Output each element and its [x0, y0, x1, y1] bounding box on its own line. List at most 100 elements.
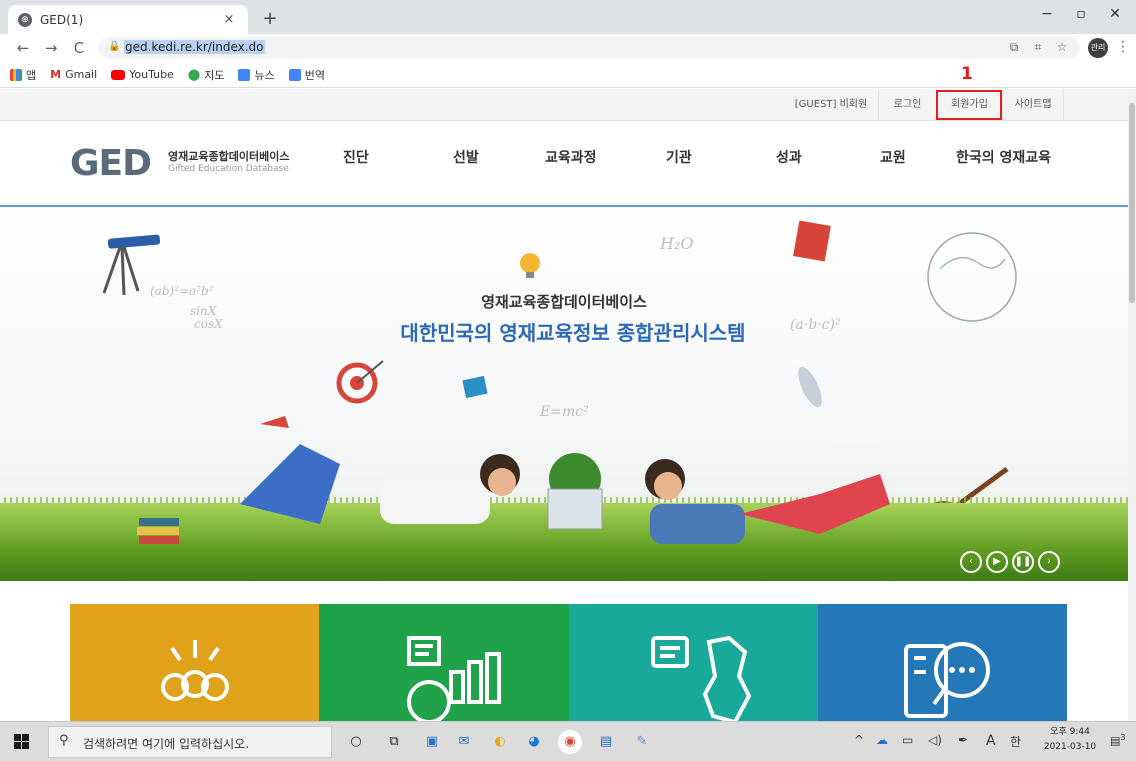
login-link[interactable]: 로그인 [878, 89, 936, 121]
book-icon [793, 220, 831, 262]
search-icon: ⚲ [59, 733, 69, 748]
youtube-icon [111, 69, 126, 80]
guest-status: [GUEST] 비회원 [794, 99, 868, 110]
people-idea-icon [161, 640, 229, 701]
hero-banner: (ab)²=a²b² sinX cosX H₂O E=mc² (a·b·c)² [0, 209, 1128, 581]
girl-illustration [645, 444, 890, 544]
windows-start-icon[interactable] [14, 734, 30, 750]
back-button[interactable]: ← [12, 39, 34, 57]
clock-time: 오후 9:44 [1050, 727, 1090, 737]
slider-pause-icon[interactable]: ❚❚ [1012, 551, 1034, 573]
volume-icon[interactable]: ◁) [928, 733, 942, 747]
bookmark-apps[interactable]: 앱 [10, 67, 36, 83]
quick-tile-4[interactable] [817, 604, 1067, 721]
clock-date: 2021-03-10 [1043, 742, 1097, 752]
globe-sketch-icon [927, 232, 1017, 322]
reload-button[interactable]: C [68, 39, 90, 57]
logo-korean-name: 영재교육종합데이터베이스 [168, 150, 290, 163]
chrome-icon[interactable]: ◉ [558, 730, 582, 754]
site-logo[interactable]: GED 영재교육종합데이터베이스 Gifted Education Databa… [70, 143, 320, 187]
onedrive-icon[interactable]: ☁ [876, 733, 888, 747]
nav-selection[interactable]: 선발 [453, 147, 479, 167]
bookmark-translate[interactable]: 번역 [288, 67, 325, 83]
forward-button[interactable]: → [40, 39, 62, 57]
minimize-button[interactable]: − [1032, 6, 1062, 22]
browser-tab-strip: ⊕ GED(1) × + − ▫ ✕ [0, 0, 1136, 34]
slider-prev-icon[interactable]: ‹ [960, 551, 982, 573]
tablet-icon [462, 375, 488, 399]
url-text[interactable]: ged.kedi.re.kr/index.do [124, 40, 265, 54]
edge-icon[interactable]: ◕ [522, 730, 546, 754]
hero-title: 대한민국의 영재교육정보 종합관리시스템 [400, 321, 746, 345]
doodle-h2o: H₂O [660, 234, 694, 253]
ime-mode-han[interactable]: 한 [1010, 733, 1021, 750]
profile-avatar[interactable]: 관리 [1088, 38, 1108, 58]
nav-achievement[interactable]: 성과 [776, 147, 802, 167]
translate-page-icon[interactable]: ⧉ [1006, 40, 1022, 55]
close-tab-icon[interactable]: × [220, 12, 238, 27]
bookmark-gmail[interactable]: M Gmail [50, 68, 97, 81]
nav-teachers[interactable]: 교원 [880, 147, 906, 167]
laptop-tree-icon [547, 453, 603, 530]
nav-korea-gifted-education[interactable]: 한국의 영재교육 [956, 147, 1051, 167]
annotation-highlight-box [936, 90, 1002, 120]
target-icon [336, 360, 384, 404]
bookmark-news[interactable]: 뉴스 [238, 67, 275, 83]
notification-count: 3 [1120, 733, 1126, 742]
search-placeholder: 검색하려면 여기에 입력하십시오. [83, 737, 250, 751]
taskbar-clock[interactable]: 오후 9:44 2021-03-10 [1040, 725, 1100, 755]
site-header: GED 영재교육종합데이터베이스 Gifted Education Databa… [0, 121, 1128, 207]
windows-taskbar: ⚲ 검색하려면 여기에 입력하십시오. ○ ⧉ ▣ ✉ ◐ ◕ ◉ ▤ ✎ ^ … [0, 721, 1136, 761]
nav-curriculum[interactable]: 교육과정 [545, 147, 597, 167]
bookmark-label: Gmail [65, 68, 98, 81]
cortana-icon[interactable]: ○ [344, 730, 368, 754]
boy-illustration [240, 416, 520, 524]
annotation-number: 1 [961, 64, 973, 84]
tray-overflow-icon[interactable]: ^ [854, 733, 864, 747]
sitemap-link[interactable]: 사이트맵 [1002, 89, 1064, 121]
chart-document-icon [407, 636, 502, 721]
file-explorer-icon[interactable]: ◐ [488, 730, 512, 754]
notification-center-icon[interactable]: ▤3 [1110, 733, 1126, 748]
store-icon[interactable]: ▣ [420, 730, 444, 754]
nav-institution[interactable]: 기관 [666, 147, 692, 167]
browser-tab[interactable]: ⊕ GED(1) × [8, 5, 248, 34]
pen-icon[interactable]: ✒ [958, 733, 968, 747]
slider-play-icon[interactable]: ▶ [986, 551, 1008, 573]
globe-icon: ⊕ [18, 12, 32, 27]
bookmark-label: 앱 [26, 68, 37, 82]
lightbulb-icon [520, 253, 540, 278]
rocket-icon [798, 366, 822, 408]
maximize-button[interactable]: ▫ [1066, 6, 1096, 22]
quick-tile-3[interactable] [568, 604, 818, 721]
qr-code-icon[interactable]: ⌗ [1030, 40, 1046, 55]
quick-tile-2[interactable] [319, 604, 569, 721]
scrollbar-thumb[interactable] [1129, 103, 1135, 303]
taskbar-search-input[interactable]: ⚲ 검색하려면 여기에 입력하십시오. [48, 726, 332, 758]
mail-icon[interactable]: ✉ [452, 730, 476, 754]
lock-icon: 🔒 [108, 41, 121, 52]
quick-menu-tiles [70, 604, 1067, 721]
task-view-icon[interactable]: ⧉ [382, 730, 406, 754]
browser-toolbar: ← → C 🔒 ged.kedi.re.kr/index.do ⧉ ⌗ ☆ 관리… [0, 34, 1136, 62]
telescope-icon [102, 234, 161, 296]
book-search-icon [903, 642, 990, 718]
close-window-button[interactable]: ✕ [1100, 6, 1130, 22]
ime-mode-a[interactable]: A [986, 733, 996, 749]
nav-diagnosis[interactable]: 진단 [343, 147, 369, 167]
battery-icon[interactable]: ▭ [902, 733, 913, 747]
hero-subtitle: 영재교육종합데이터베이스 [481, 293, 647, 311]
bookmark-label: YouTube [129, 68, 174, 81]
bookmark-maps[interactable]: ⬤ 지도 [188, 67, 225, 83]
browser-menu-icon[interactable]: ⋮ [1116, 39, 1130, 55]
bookmark-star-icon[interactable]: ☆ [1054, 40, 1070, 54]
app-icon[interactable]: ▤ [594, 730, 618, 754]
paint-icon[interactable]: ✎ [630, 730, 654, 754]
slider-next-icon[interactable]: › [1038, 551, 1060, 573]
bookmark-label: 번역 [304, 68, 325, 82]
bookmark-youtube[interactable]: YouTube [111, 68, 174, 81]
new-tab-button[interactable]: + [258, 8, 282, 29]
logo-english-name: Gifted Education Database [168, 164, 289, 174]
quick-tile-1[interactable] [70, 604, 320, 721]
address-bar[interactable]: 🔒 ged.kedi.re.kr/index.do ⧉ ⌗ ☆ [98, 37, 1080, 59]
